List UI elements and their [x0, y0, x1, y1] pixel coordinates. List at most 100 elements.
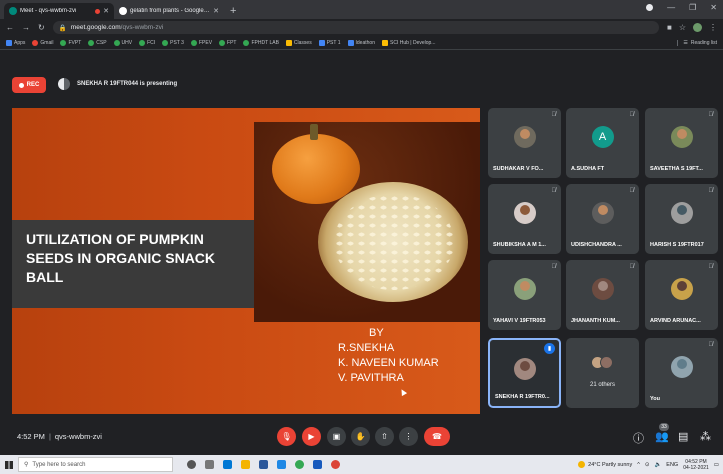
edge-icon[interactable]	[223, 460, 232, 469]
record-dot-icon	[18, 82, 24, 88]
participant-tile[interactable]: 🎙̸ ARVIND ARUNAC...	[645, 260, 718, 330]
tab-meet[interactable]: Meet - qvs-wwbm-zvi ✕	[4, 3, 114, 19]
lock-icon: 🔒	[58, 24, 67, 32]
mic-muted-icon: 🎙̸	[629, 264, 635, 270]
participant-tile[interactable]: 🎙̸ JHANANTH KUM...	[566, 260, 639, 330]
bookmark-gmail[interactable]: Gmail	[32, 39, 53, 46]
bookmark-item[interactable]: CSP	[88, 39, 107, 46]
maximize-icon[interactable]: ❐	[689, 3, 696, 12]
menu-kebab-icon[interactable]: ⋮	[709, 23, 717, 32]
participant-avatar	[513, 358, 536, 380]
forward-icon[interactable]: →	[22, 23, 30, 32]
taskbar-search-input[interactable]: ⚲ Type here to search	[18, 457, 173, 472]
meet-favicon-icon	[9, 7, 17, 15]
bookmark-item[interactable]: PST 3	[162, 39, 184, 46]
profile-dot-icon[interactable]	[646, 4, 654, 11]
bookmark-item[interactable]: Ideathon	[347, 39, 375, 46]
participant-avatar	[513, 202, 536, 224]
task-view-icon[interactable]	[205, 460, 214, 469]
participant-tile[interactable]: 🎙̸ SAVEETHA S 19FT...	[645, 108, 718, 178]
bookmark-item[interactable]: Classes	[285, 39, 312, 46]
participant-avatar: A	[591, 126, 614, 148]
participant-tile[interactable]: 🎙̸ YAHAVI V 19FTR053	[488, 260, 561, 330]
camera-toggle-button[interactable]: ▶	[302, 427, 321, 446]
bookmark-item[interactable]: FCI	[139, 39, 155, 46]
bookmark-star-icon[interactable]: ☆	[679, 23, 686, 32]
search-placeholder: Type here to search	[32, 461, 86, 468]
participant-avatar	[670, 202, 693, 224]
close-tab-icon[interactable]: ✕	[103, 7, 109, 15]
presentation-slide: UTILIZATION OF PUMPKIN SEEDS IN ORGANIC …	[12, 108, 480, 414]
tab-google-search[interactable]: gelatin from plants - Google Sea ✕	[114, 3, 224, 19]
meet-header: REC SNEKHA R 19FTR044 is presenting	[0, 50, 723, 100]
profile-avatar[interactable]	[693, 23, 702, 32]
present-now-button[interactable]: ⇧	[375, 427, 394, 446]
lang-indicator[interactable]: ENG	[666, 462, 678, 468]
weather-widget[interactable]: 24°C Partly sunny	[578, 461, 632, 468]
hand-icon: ✋	[355, 432, 366, 441]
bookmark-apps[interactable]: Apps	[6, 39, 25, 46]
participant-tile[interactable]: 🎙̸ A A.SUDHA FT	[566, 108, 639, 178]
store-icon[interactable]	[259, 460, 268, 469]
more-options-button[interactable]: ⋮	[399, 427, 418, 446]
new-tab-button[interactable]: +	[230, 5, 236, 17]
bookmark-item[interactable]: FVPT	[60, 39, 81, 46]
bookmark-item[interactable]: FPEV	[190, 39, 212, 46]
camera-in-use-icon[interactable]: ■	[667, 23, 672, 32]
others-avatars	[590, 356, 613, 369]
camera-off-icon: ▶	[308, 432, 315, 441]
taskbar-clock[interactable]: 04:52 PM 04-12-2021	[683, 459, 709, 471]
url-input[interactable]: 🔒 meet.google.com/qvs-wwbm-zvi	[52, 21, 659, 34]
mic-muted-icon: 🎙̸	[708, 264, 714, 270]
pumpkin-seeds-photo	[254, 122, 480, 322]
bookmark-item[interactable]: UHV	[113, 39, 132, 46]
others-tile[interactable]: 21 others	[566, 338, 639, 408]
raise-hand-button[interactable]: ✋	[351, 427, 370, 446]
presenting-banner: SNEKHA R 19FTR044 is presenting	[58, 78, 177, 90]
mic-muted-icon: 🎙̸	[629, 188, 635, 194]
file-explorer-icon[interactable]	[241, 460, 250, 469]
tray-chevron-icon[interactable]: ^	[637, 462, 640, 468]
close-window-icon[interactable]: ✕	[710, 3, 717, 12]
network-icon[interactable]: ⊙	[645, 462, 650, 468]
meeting-time: 4:52 PM	[17, 432, 45, 441]
recording-badge: REC	[12, 77, 46, 93]
browser-tab-strip: Meet - qvs-wwbm-zvi ✕ gelatin from plant…	[0, 0, 723, 19]
mic-toggle-button[interactable]: 🎙	[277, 427, 296, 446]
start-button[interactable]	[0, 455, 18, 474]
cortana-icon[interactable]	[187, 460, 196, 469]
chat-icon[interactable]: ▤	[678, 430, 688, 443]
back-icon[interactable]: ←	[6, 23, 14, 32]
participant-tile-presenter[interactable]: ▮ SNEKHA R 19FTR0...	[488, 338, 561, 408]
bookmark-item[interactable]: FPT	[219, 39, 236, 46]
minimize-icon[interactable]: —	[667, 3, 675, 12]
word-icon[interactable]	[313, 460, 322, 469]
windows-logo-icon	[5, 460, 13, 469]
bookmark-item[interactable]: SCI Hub | Develop...	[381, 39, 435, 46]
captions-button[interactable]: ▣	[327, 427, 346, 446]
activities-icon[interactable]: ⁂	[700, 430, 711, 443]
volume-icon[interactable]: 🔈	[654, 462, 661, 468]
participant-tile[interactable]: 🎙̸ SHUBIKSHA A M 1...	[488, 184, 561, 254]
notifications-icon[interactable]: ▭	[714, 462, 719, 468]
screen: Meet - qvs-wwbm-zvi ✕ gelatin from plant…	[0, 0, 723, 474]
mail-icon[interactable]	[277, 460, 286, 469]
people-icon[interactable]: 👥	[655, 430, 669, 443]
chrome-icon[interactable]	[295, 460, 304, 469]
bookmark-item[interactable]: PST 1	[318, 39, 341, 46]
reading-list-button[interactable]: ☰ Reading list	[677, 39, 717, 46]
close-tab-icon[interactable]: ✕	[213, 7, 219, 15]
meeting-info-icon[interactable]: ⓘ	[633, 430, 644, 446]
participant-tile[interactable]: 🎙̸ SUDHAKAR V FO...	[488, 108, 561, 178]
bookmark-item[interactable]: FPHDT LAB	[243, 39, 279, 46]
leave-call-button[interactable]: ☎	[424, 427, 450, 446]
participant-tile[interactable]: 🎙̸ HARISH S 19FTR017	[645, 184, 718, 254]
presenter-avatar	[58, 78, 70, 90]
chrome-profile-icon[interactable]	[331, 460, 340, 469]
reload-icon[interactable]: ↻	[38, 23, 45, 32]
meet-controls-bar: 4:52 PM | qvs-wwbm-zvi 🎙 ▶ ▣ ✋ ⇧ ⋮ ☎ ⓘ 👥 3…	[0, 420, 723, 452]
self-tile[interactable]: 🎙̸ You	[645, 338, 718, 408]
url-path: /qvs-wwbm-zvi	[120, 24, 164, 31]
gmail-icon	[32, 39, 39, 46]
participant-tile[interactable]: 🎙̸ UDISHCHANDRA ...	[566, 184, 639, 254]
